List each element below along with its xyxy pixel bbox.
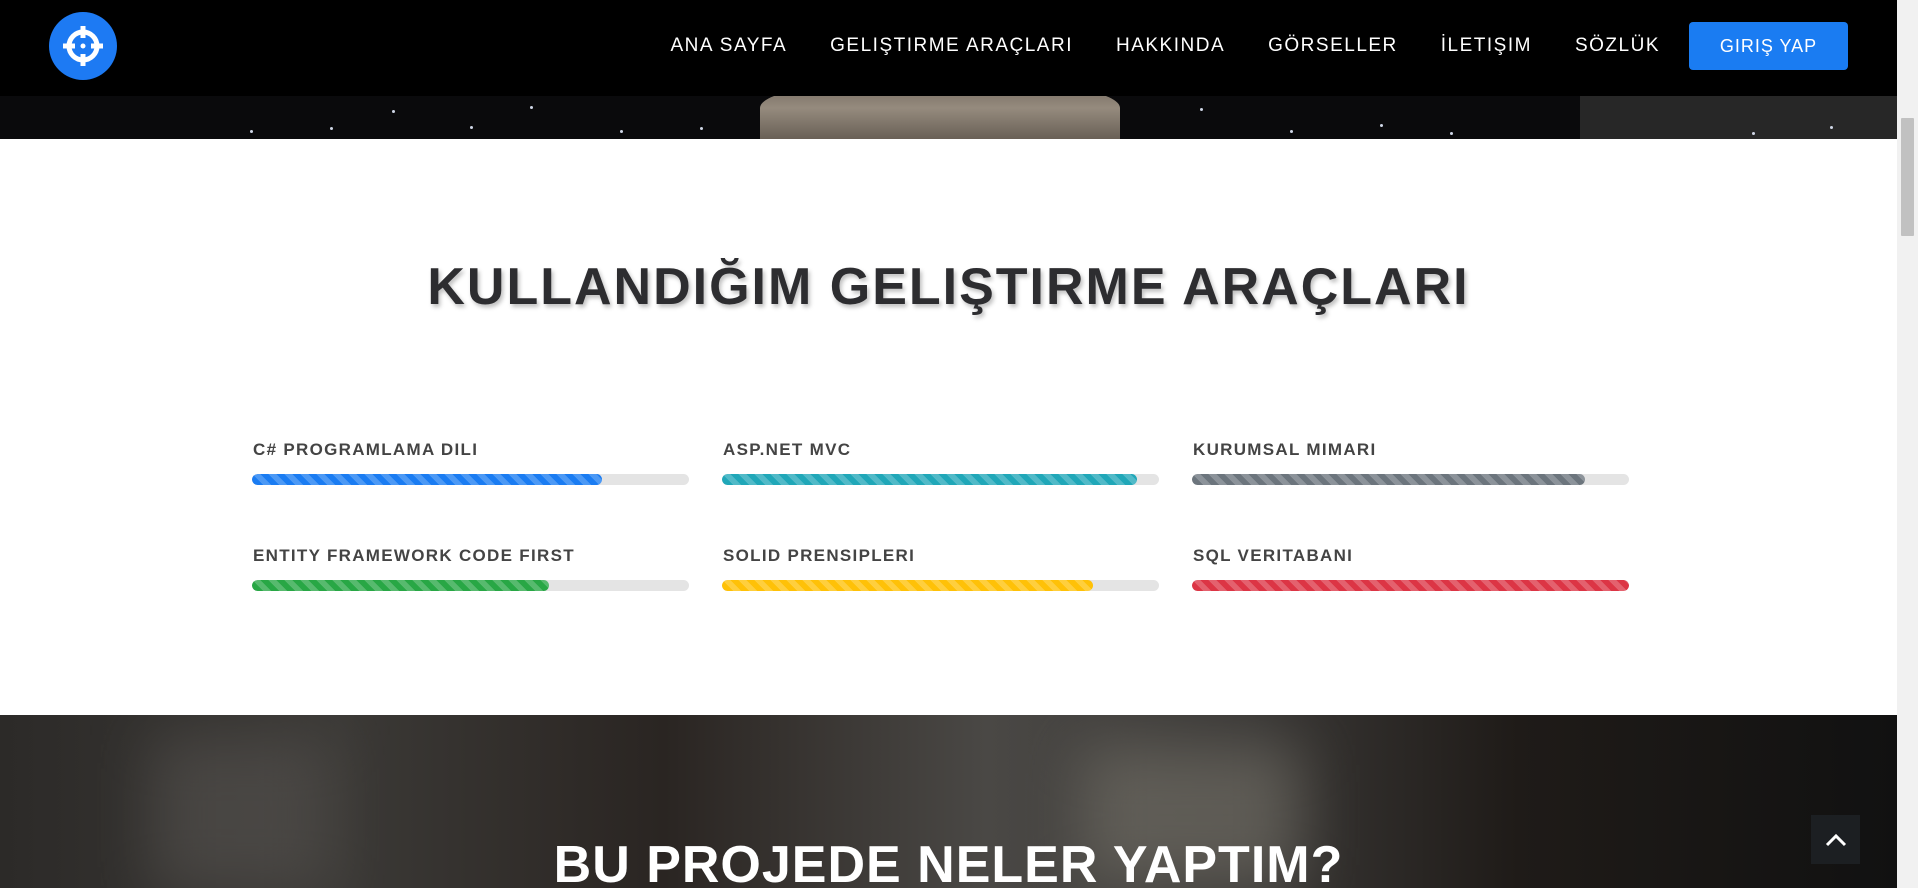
crosshair-icon	[63, 26, 103, 66]
login-button[interactable]: GIRIŞ YAP	[1689, 22, 1848, 70]
skill-item: SQL VERITABANI	[1192, 546, 1630, 591]
skill-item: C# PROGRAMLAMA DILI	[252, 440, 690, 485]
nav-link-dictionary[interactable]: SÖZLÜK	[1575, 35, 1660, 57]
chevron-up-icon	[1825, 833, 1846, 846]
skill-progress-fill	[722, 580, 1094, 591]
skill-label: KURUMSAL MIMARI	[1193, 440, 1377, 459]
scrollbar-thumb[interactable]	[1901, 118, 1914, 236]
skill-progress-track	[252, 580, 689, 591]
skill-label: ENTITY FRAMEWORK CODE FIRST	[253, 546, 575, 565]
skill-label: SOLID PRENSIPLERI	[723, 546, 916, 565]
skills-section: KULLANDIĞIM GELIŞTIRME ARAÇLARI C# PROGR…	[0, 139, 1897, 715]
skill-progress-track	[1192, 474, 1629, 485]
navbar: ANA SAYFA GELIŞTIRME ARAÇLARI HAKKINDA G…	[0, 0, 1897, 96]
back-to-top-button[interactable]	[1811, 815, 1860, 864]
skill-item: ENTITY FRAMEWORK CODE FIRST	[252, 546, 690, 591]
skill-item: KURUMSAL MIMARI	[1192, 440, 1630, 485]
skill-progress-track	[722, 474, 1159, 485]
page-scrollbar[interactable]	[1897, 0, 1918, 888]
nav-link-about[interactable]: HAKKINDA	[1116, 35, 1225, 57]
nav-link-dev-tools[interactable]: GELIŞTIRME ARAÇLARI	[830, 35, 1073, 57]
skill-label: SQL VERITABANI	[1193, 546, 1354, 565]
skill-label: ASP.NET MVC	[723, 440, 852, 459]
nav-link-gallery[interactable]: GÖRSELLER	[1268, 35, 1398, 57]
nav-links: ANA SAYFA GELIŞTIRME ARAÇLARI HAKKINDA G…	[671, 0, 1661, 91]
skill-progress-fill	[252, 580, 550, 591]
skill-item: ASP.NET MVC	[722, 440, 1160, 485]
skill-progress-track	[1192, 580, 1629, 591]
page: ANA SAYFA GELIŞTIRME ARAÇLARI HAKKINDA G…	[0, 0, 1897, 888]
nav-link-contact[interactable]: İLETIŞIM	[1441, 35, 1532, 57]
section-title: KULLANDIĞIM GELIŞTIRME ARAÇLARI	[427, 258, 1470, 316]
nav-link-home[interactable]: ANA SAYFA	[671, 35, 788, 57]
logo[interactable]	[49, 12, 117, 80]
skill-progress-track	[722, 580, 1159, 591]
skill-item: SOLID PRENSIPLERI	[722, 546, 1160, 591]
projects-section: BU PROJEDE NELER YAPTIM?	[0, 715, 1897, 888]
skill-progress-fill	[1192, 474, 1586, 485]
skill-progress-fill	[1192, 580, 1629, 591]
skill-progress-fill	[722, 474, 1138, 485]
skill-progress-track	[252, 474, 689, 485]
skill-label: C# PROGRAMLAMA DILI	[253, 440, 479, 459]
projects-title: BU PROJEDE NELER YAPTIM?	[553, 836, 1344, 888]
skill-progress-fill	[252, 474, 602, 485]
